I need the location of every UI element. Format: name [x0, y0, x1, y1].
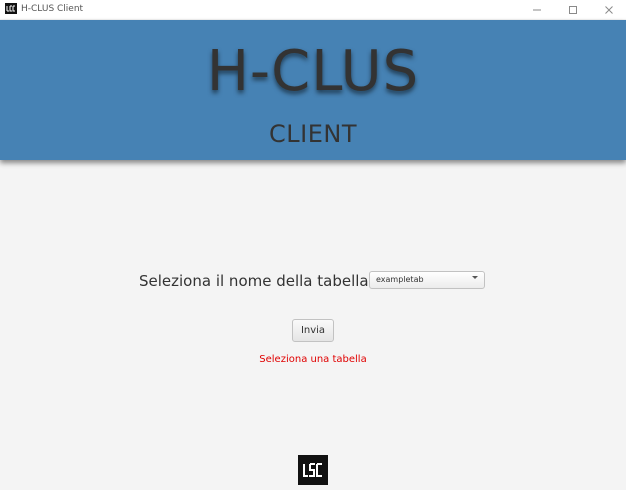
submit-button[interactable]: Invia — [292, 319, 334, 342]
close-button[interactable] — [592, 0, 626, 19]
table-select-label: Seleziona il nome della tabella — [139, 272, 369, 290]
chevron-down-icon — [472, 275, 478, 280]
table-select-dropdown[interactable]: exampletab — [369, 271, 485, 289]
minimize-icon — [532, 5, 542, 15]
table-select-value: exampletab — [376, 275, 424, 284]
app-logo-icon — [5, 3, 17, 14]
title-bar: H-CLUS Client — [0, 0, 626, 19]
minimize-button[interactable] — [520, 0, 554, 19]
footer-logo-icon — [298, 455, 328, 485]
window-title: H-CLUS Client — [21, 4, 84, 14]
close-icon — [604, 5, 614, 15]
table-select-row: Seleziona il nome della tabella examplet… — [0, 268, 626, 294]
app-subtitle: CLIENT — [269, 120, 357, 148]
app-window: H-CLUS Client H-CLUS CLIENT Seleziona il… — [0, 0, 626, 490]
maximize-icon — [568, 5, 578, 15]
app-title: H-CLUS — [206, 39, 420, 104]
maximize-button[interactable] — [556, 0, 590, 19]
header-banner: H-CLUS CLIENT — [0, 20, 626, 160]
error-message: Seleziona una tabella — [259, 354, 367, 365]
